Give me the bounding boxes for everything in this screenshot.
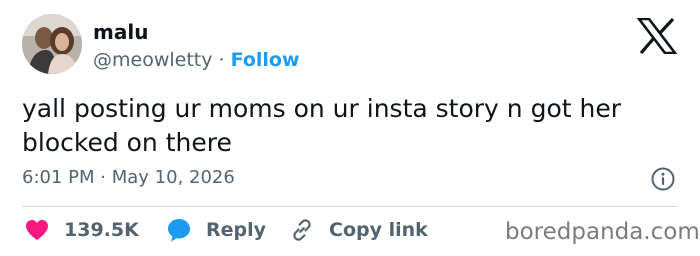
watermark: boredpanda.com bbox=[505, 219, 700, 245]
heart-icon bbox=[26, 220, 48, 240]
avatar-photo bbox=[22, 14, 82, 74]
copy-link-label: Copy link bbox=[329, 219, 428, 241]
display-name[interactable]: malu bbox=[93, 19, 148, 45]
timestamp[interactable]: 6:01 PM · May 10, 2026 bbox=[22, 166, 235, 190]
divider bbox=[22, 206, 678, 207]
handle-separator: · bbox=[218, 49, 225, 71]
timestamp-separator: · bbox=[100, 167, 106, 188]
info-icon[interactable] bbox=[650, 166, 676, 192]
like-button[interactable]: 139.5K bbox=[24, 217, 139, 243]
tweet-time: 6:01 PM bbox=[22, 167, 95, 188]
reply-button[interactable]: Reply bbox=[166, 217, 266, 243]
handle[interactable]: @meowletty bbox=[93, 49, 212, 71]
tweet-text: yall posting ur moms on ur insta story n… bbox=[22, 94, 621, 157]
reply-label: Reply bbox=[206, 219, 267, 241]
follow-button[interactable]: Follow bbox=[231, 49, 300, 71]
tweet-date: May 10, 2026 bbox=[111, 167, 235, 188]
x-logo-icon[interactable] bbox=[636, 17, 678, 55]
avatar[interactable] bbox=[22, 14, 82, 74]
copy-link-button[interactable]: Copy link bbox=[289, 217, 428, 243]
link-icon bbox=[293, 219, 311, 241]
handle-row: @meowletty · Follow bbox=[93, 48, 300, 72]
like-count: 139.5K bbox=[64, 219, 139, 241]
speech-bubble-icon bbox=[168, 219, 190, 242]
